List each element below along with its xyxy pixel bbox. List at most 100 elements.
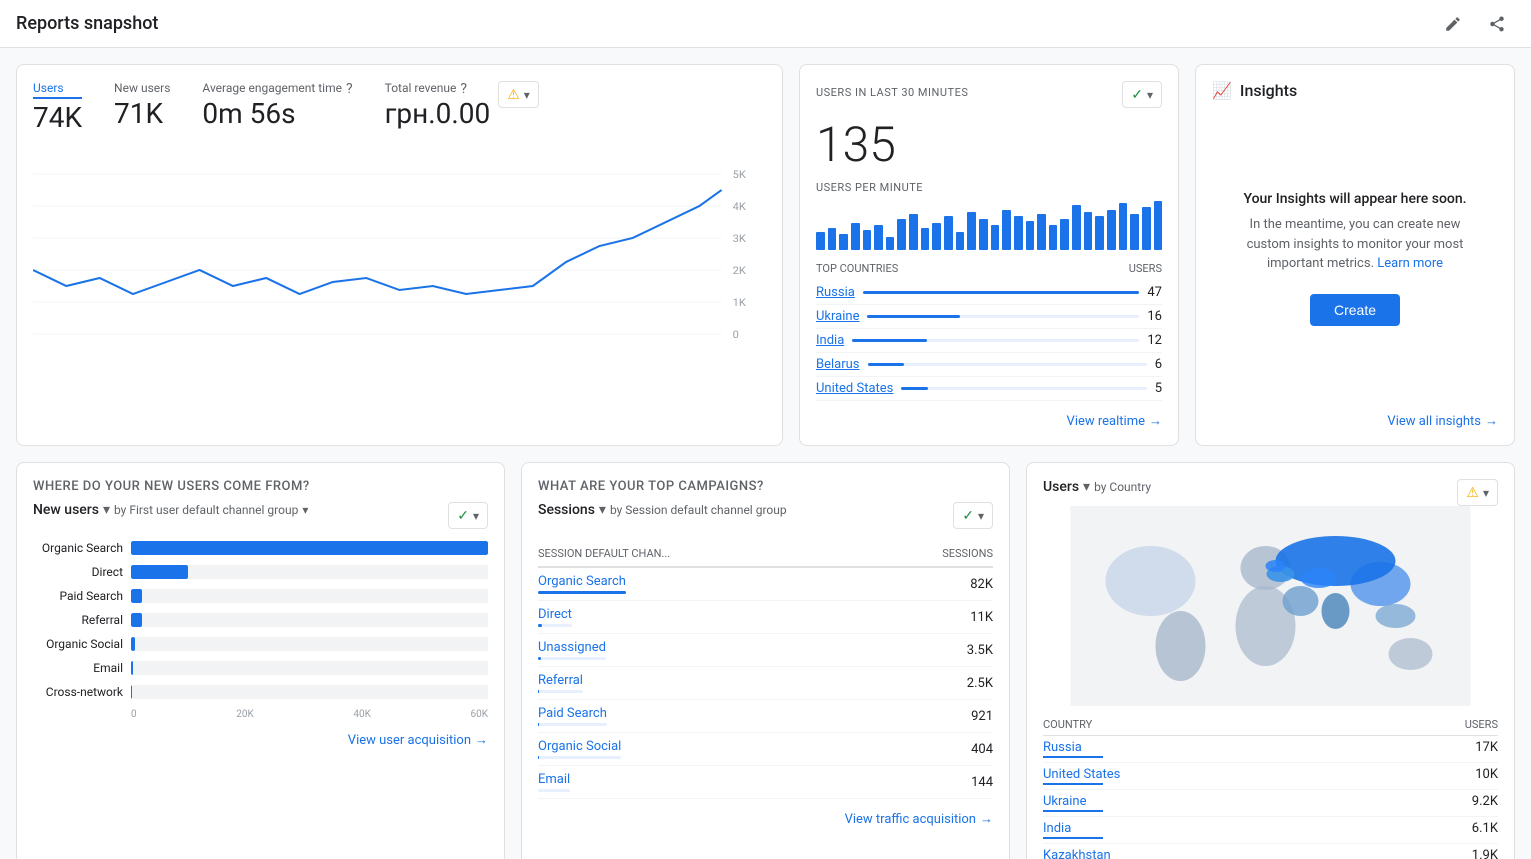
bar-container	[131, 685, 488, 699]
country-name[interactable]: Russia	[816, 285, 855, 300]
total-revenue-metric: Total revenue ? грн.0.00 ⚠ ▾	[385, 81, 539, 130]
geo-country-cell: India	[1043, 821, 1103, 839]
geo-row: Russia 17K	[1043, 736, 1498, 763]
warning-icon: ⚠	[507, 86, 520, 103]
channel-name[interactable]: Email	[538, 772, 570, 787]
view-traffic-acquisition-link[interactable]: View traffic acquisition →	[845, 811, 993, 827]
share-icon[interactable]	[1479, 6, 1515, 42]
channel-name[interactable]: Organic Social	[538, 739, 621, 754]
mini-bar-item	[991, 225, 1000, 250]
channel-name[interactable]: Organic Search	[538, 574, 626, 589]
geo-country-name[interactable]: Ukraine	[1043, 794, 1086, 809]
channel-bar-wrapper	[538, 789, 570, 792]
mini-bar-item	[944, 216, 953, 250]
mini-bar-item	[979, 219, 988, 251]
check-circle-icon: ✓	[1131, 86, 1143, 103]
geo-country-name[interactable]: Kazakhstan	[1043, 848, 1111, 859]
geo-row: Kazakhstan 1.9K	[1043, 844, 1498, 859]
geo-country-cell: Russia	[1043, 740, 1103, 758]
campaign-channel: Direct	[538, 607, 572, 627]
session-value: 144	[971, 775, 993, 790]
geo-row: Ukraine 9.2K	[1043, 790, 1498, 817]
channel-bar	[538, 657, 541, 660]
bar-container	[131, 589, 488, 603]
bar-label: Organic Search	[33, 541, 123, 555]
bar-fill	[131, 685, 132, 699]
channel-name[interactable]: Unassigned	[538, 640, 606, 655]
edit-icon[interactable]	[1435, 6, 1471, 42]
mini-bar-item	[874, 225, 883, 250]
bar-fill	[131, 589, 142, 603]
country-bar-wrapper	[852, 339, 1139, 342]
view-all-insights-link[interactable]: View all insights →	[1387, 413, 1498, 429]
country-underline	[1043, 756, 1103, 758]
realtime-section-label: USERS IN LAST 30 MINUTES	[816, 86, 968, 99]
campaign-channel: Email	[538, 772, 570, 792]
bar-fill	[131, 661, 133, 675]
create-insights-button[interactable]: Create	[1310, 294, 1400, 326]
bar-label: Cross-network	[33, 685, 123, 699]
channel-bar-wrapper	[538, 624, 572, 627]
country-bar	[852, 339, 927, 342]
users-metric: Users 74K	[33, 81, 82, 134]
campaigns-title-section: WHAT ARE YOUR TOP CAMPAIGNS? Sessions ▾ …	[538, 479, 993, 529]
country-name[interactable]: United States	[816, 381, 893, 396]
mini-bar-item	[1026, 221, 1035, 250]
bar-label: Direct	[33, 565, 123, 579]
view-user-acquisition-link[interactable]: View user acquisition →	[348, 732, 488, 748]
mini-bar-item	[1095, 216, 1104, 250]
country-name[interactable]: Ukraine	[816, 309, 859, 324]
world-map-svg	[1043, 506, 1498, 706]
sessions-col-label: SESSIONS	[942, 547, 993, 560]
channel-name[interactable]: Direct	[538, 607, 572, 622]
mini-bar-item	[1084, 212, 1093, 250]
svg-text:2K: 2K	[733, 265, 747, 277]
campaigns-subtitle: Sessions ▾ by Session default channel gr…	[538, 502, 787, 518]
country-bar	[867, 315, 959, 318]
campaign-channel: Unassigned	[538, 640, 606, 660]
geo-country-name[interactable]: India	[1043, 821, 1071, 836]
learn-more-link[interactable]: Learn more	[1377, 256, 1443, 271]
campaigns-table-header: SESSION DEFAULT CHAN... SESSIONS	[538, 541, 993, 568]
bar-row: Referral	[33, 613, 488, 627]
svg-text:3K: 3K	[733, 233, 747, 245]
view-realtime-link[interactable]: View realtime →	[1067, 413, 1162, 429]
country-value: 5	[1155, 381, 1162, 396]
insights-header: 📈 Insights	[1212, 81, 1498, 100]
bar-container	[131, 661, 488, 675]
campaign-channel: Referral	[538, 673, 583, 693]
channel-name[interactable]: Referral	[538, 673, 583, 688]
geo-table: COUNTRY USERS Russia 17K United States 1…	[1043, 714, 1498, 859]
mini-bar-item	[909, 214, 918, 250]
users-label[interactable]: Users	[33, 81, 82, 99]
campaigns-status-button[interactable]: ✓ ▾	[953, 502, 993, 529]
session-value: 2.5K	[967, 676, 993, 691]
country-bar-wrapper	[901, 387, 1146, 390]
new-users-value: 71K	[114, 97, 170, 130]
metrics-card: Users 74K New users 71K Average engageme…	[16, 64, 783, 446]
country-name[interactable]: India	[816, 333, 844, 348]
avg-engagement-help-icon[interactable]: ?	[346, 81, 353, 97]
acquisition-dropdown-icon[interactable]: ▾	[302, 503, 308, 517]
acquisition-status-button[interactable]: ✓ ▾	[448, 502, 488, 529]
campaigns-table-body: Organic Search 82K Direct 11K Unassigned…	[538, 568, 993, 799]
bar-label: Organic Social	[33, 637, 123, 651]
svg-text:1K: 1K	[733, 297, 747, 309]
realtime-status-button[interactable]: ✓ ▾	[1122, 81, 1162, 108]
bar-label: Paid Search	[33, 589, 123, 603]
country-row: United States 5	[816, 377, 1162, 401]
geo-world-map	[1043, 506, 1498, 706]
country-bar-wrapper	[867, 315, 1139, 318]
geo-country-name[interactable]: Russia	[1043, 740, 1082, 755]
geo-warning-button[interactable]: ⚠ ▾	[1457, 479, 1498, 506]
geo-country-name[interactable]: United States	[1043, 767, 1120, 782]
channel-name[interactable]: Paid Search	[538, 706, 607, 721]
total-revenue-help-icon[interactable]: ?	[460, 81, 467, 97]
revenue-warning-button[interactable]: ⚠ ▾	[498, 81, 539, 108]
country-bar-wrapper	[868, 363, 1147, 366]
countries-table-header: TOP COUNTRIES USERS	[816, 262, 1162, 275]
campaigns-footer: View traffic acquisition →	[538, 811, 993, 827]
geo-dropdown-arrow: ▾	[1483, 486, 1489, 500]
mini-bar-item	[839, 234, 848, 250]
country-name[interactable]: Belarus	[816, 357, 860, 372]
